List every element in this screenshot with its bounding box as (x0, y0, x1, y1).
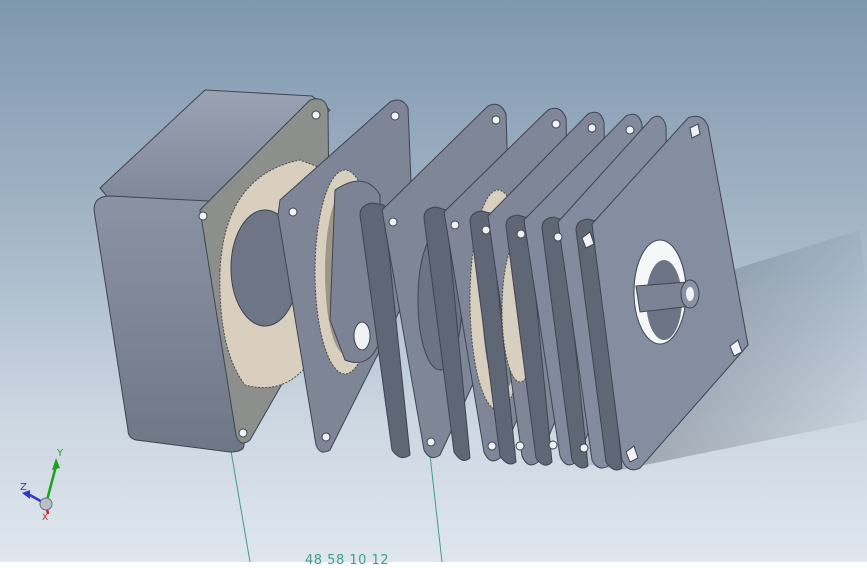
spacer1-hole-3 (548, 440, 558, 450)
spacer2-hole-2 (579, 443, 589, 453)
gasket-hole-2 (288, 207, 298, 217)
leader-line-2 (429, 454, 443, 562)
carrier2-hole-1 (551, 119, 561, 129)
spacer1-hole-1 (625, 125, 635, 135)
triad-x-label: X (42, 513, 48, 523)
carrier1-hole-3 (426, 437, 436, 447)
reference-triad[interactable]: Y Z X (16, 444, 76, 524)
housing-hole-2 (198, 211, 208, 221)
triad-z-label: Z (20, 482, 27, 493)
carrier2-hole-3 (487, 441, 497, 451)
triad-y-arrow (52, 458, 60, 470)
output-shaft-hole (686, 287, 694, 301)
carrier1-hole-2 (388, 217, 398, 227)
ringplate-hole-1 (587, 123, 597, 133)
dimension-annotation[interactable]: 48 58 10 12 (305, 553, 389, 568)
leader-line-1 (229, 444, 251, 562)
gasket-hole-1 (390, 111, 400, 121)
carrier-arm-hole (353, 321, 371, 351)
triad-origin (39, 497, 53, 511)
spacer1-hole-2 (516, 229, 526, 239)
ringplate-hole-2 (481, 225, 491, 235)
ringplate-hole-3 (515, 441, 525, 451)
housing-hole-1 (311, 110, 321, 120)
carrier2-hole-2 (450, 220, 460, 230)
graphics-viewport[interactable]: Y Z X 48 58 10 12 (0, 0, 867, 568)
gasket-hole-3 (321, 432, 331, 442)
exploded-assembly-view[interactable] (0, 0, 867, 562)
triad-y-label: Y (56, 448, 64, 459)
spacer2-hole-1 (553, 232, 563, 242)
housing-hole-3 (238, 428, 248, 438)
carrier1-hole-1 (491, 115, 501, 125)
